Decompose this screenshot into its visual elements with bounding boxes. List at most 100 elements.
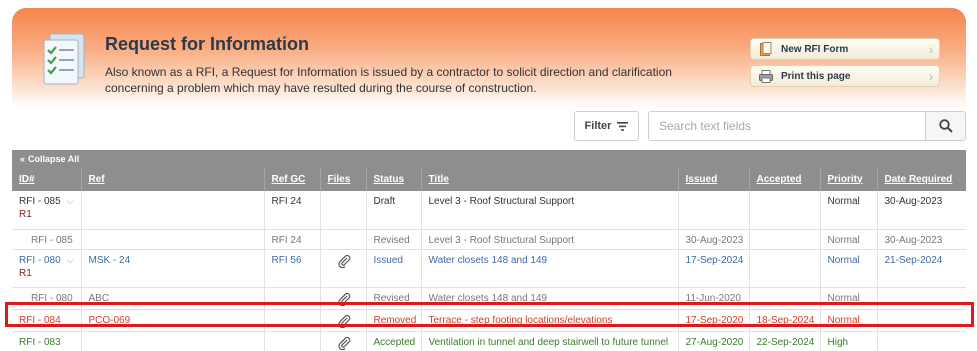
row-id[interactable]: RFI - 080	[19, 255, 61, 266]
cell-ref-gc	[263, 309, 320, 332]
cell-issued: 27-Aug-2020	[677, 331, 749, 351]
revision-label: R1	[19, 267, 32, 279]
column-header-ref[interactable]: Ref	[80, 167, 264, 191]
column-header-title[interactable]: Title	[420, 167, 678, 191]
column-header-priority[interactable]: Priority	[819, 167, 877, 191]
cell-ref-gc: RFI 56	[263, 249, 320, 288]
cell-files	[319, 191, 366, 230]
cell-issued: 11-Jun-2020	[677, 287, 749, 310]
cell-status: Revised	[365, 229, 421, 250]
printer-icon	[759, 69, 773, 83]
column-header-issued[interactable]: Issued	[677, 167, 749, 191]
print-page-button[interactable]: Print this page ›	[750, 65, 940, 87]
cell-issued: 17-Sep-2020	[677, 309, 749, 332]
table-row[interactable]: RFI - 080 ⌵ R1 MSK - 24 RFI 56 Issued Wate…	[12, 249, 966, 288]
column-header-accepted[interactable]: Accepted	[748, 167, 820, 191]
table-row[interactable]: RFI - 085 ⌵ R1 RFI 24 Draft Level 3 - Roof…	[12, 191, 966, 230]
column-header-files[interactable]: Files	[319, 167, 366, 191]
page-description: Also known as a RFI, a Request for Infor…	[105, 65, 672, 95]
cell-date-required: 30-Aug-2023	[876, 229, 966, 250]
page-title: Request for Information	[105, 34, 310, 54]
cell-id[interactable]: RFI - 080	[12, 287, 81, 310]
cell-title[interactable]: Water closets 148 and 149	[420, 287, 678, 310]
table-row[interactable]: RFI - 084 PCO-069 Removed Terrace - step…	[12, 309, 966, 332]
cell-priority: Normal	[819, 229, 877, 250]
table-row[interactable]: RFI - 080 ABC Revised Water closets 148 …	[12, 287, 966, 310]
cell-priority: Normal	[819, 287, 877, 310]
cell-ref	[80, 191, 264, 230]
cell-files	[319, 287, 366, 310]
cell-priority: Normal	[819, 191, 877, 230]
cell-accepted	[748, 287, 820, 310]
table-row[interactable]: RFI - 085 RFI 24 Revised Level 3 - Roof …	[12, 229, 966, 250]
cell-ref-gc: RFI 24	[263, 191, 320, 230]
table-row[interactable]: RFI - 083 Accepted Ventilation in tunnel…	[12, 331, 966, 351]
cell-ref-gc: RFI 24	[263, 229, 320, 250]
cell-files	[319, 229, 366, 250]
column-header-id[interactable]: ID#	[12, 167, 81, 191]
new-rfi-form-label: New RFI Form	[781, 43, 849, 55]
paperclip-icon[interactable]	[337, 314, 351, 328]
row-id[interactable]: RFI - 085	[19, 196, 61, 207]
cell-status: Draft	[365, 191, 421, 230]
collapse-all-label: Collapse All	[28, 153, 80, 164]
paperclip-icon[interactable]	[337, 254, 351, 268]
collapse-icon: «	[20, 153, 26, 164]
cell-ref-gc	[263, 331, 320, 351]
cell-date-required	[876, 287, 966, 310]
clipboard-icon	[759, 42, 773, 56]
cell-issued	[677, 191, 749, 230]
search-button[interactable]	[925, 111, 966, 141]
paperclip-icon[interactable]	[337, 336, 351, 350]
revision-label: R1	[19, 209, 32, 220]
cell-title[interactable]: Level 3 - Roof Structural Support	[420, 191, 678, 230]
cell-ref	[80, 229, 264, 250]
rfi-table: ID# Ref Ref GC Files Status Title Issued…	[12, 167, 966, 351]
cell-status: Accepted	[365, 331, 421, 351]
cell-date-required	[876, 331, 966, 351]
cell-id: RFI - 080 ⌵ R1	[12, 249, 81, 288]
cell-ref-gc	[263, 287, 320, 310]
cell-ref: PCO-069	[80, 309, 264, 332]
new-rfi-form-button[interactable]: New RFI Form ›	[750, 38, 940, 60]
cell-priority: Normal	[819, 309, 877, 332]
cell-title[interactable]: Terrace - step footing locations/elevati…	[420, 309, 678, 332]
cell-priority: Normal	[819, 249, 877, 288]
filter-button[interactable]: Filter	[574, 111, 639, 141]
chevron-right-icon: ›	[928, 68, 934, 84]
cell-date-required: 30-Aug-2023	[876, 191, 966, 230]
cell-files	[319, 249, 366, 288]
cell-issued: 30-Aug-2023	[677, 229, 749, 250]
column-header-ref-gc[interactable]: Ref GC	[263, 167, 320, 191]
search-input[interactable]	[648, 111, 926, 141]
cell-status: Issued	[365, 249, 421, 288]
cell-title[interactable]: Level 3 - Roof Structural Support	[420, 229, 678, 250]
checklist-document-icon	[43, 33, 85, 85]
column-header-date-required[interactable]: Date Required	[876, 167, 966, 191]
filter-label: Filter	[584, 120, 612, 132]
chevron-down-icon[interactable]: ⌵	[67, 196, 74, 206]
cell-files	[319, 309, 366, 332]
cell-id[interactable]: RFI - 083	[12, 331, 81, 351]
cell-ref: MSK - 24	[80, 249, 264, 288]
chevron-down-icon[interactable]: ⌵	[67, 255, 74, 265]
cell-title[interactable]: Ventilation in tunnel and deep stairwell…	[420, 331, 678, 351]
table-header-row: ID# Ref Ref GC Files Status Title Issued…	[12, 167, 966, 191]
filter-icon	[617, 121, 629, 131]
cell-accepted	[748, 249, 820, 288]
cell-id[interactable]: RFI - 084	[12, 309, 81, 332]
cell-accepted	[748, 229, 820, 250]
cell-id[interactable]: RFI - 085	[12, 229, 81, 250]
cell-id: RFI - 085 ⌵ R1	[12, 191, 81, 230]
cell-ref	[80, 331, 264, 351]
chevron-right-icon: ›	[928, 41, 934, 57]
cell-files	[319, 331, 366, 351]
cell-status: Removed	[365, 309, 421, 332]
column-header-status[interactable]: Status	[365, 167, 421, 191]
cell-title[interactable]: Water closets 148 and 149	[420, 249, 678, 288]
rfi-grid: « Collapse All ID# Ref Ref GC Files Stat…	[12, 150, 966, 351]
search-icon	[938, 119, 953, 133]
cell-priority: High	[819, 331, 877, 351]
collapse-all-button[interactable]: « Collapse All	[12, 150, 966, 167]
paperclip-icon[interactable]	[337, 292, 351, 306]
